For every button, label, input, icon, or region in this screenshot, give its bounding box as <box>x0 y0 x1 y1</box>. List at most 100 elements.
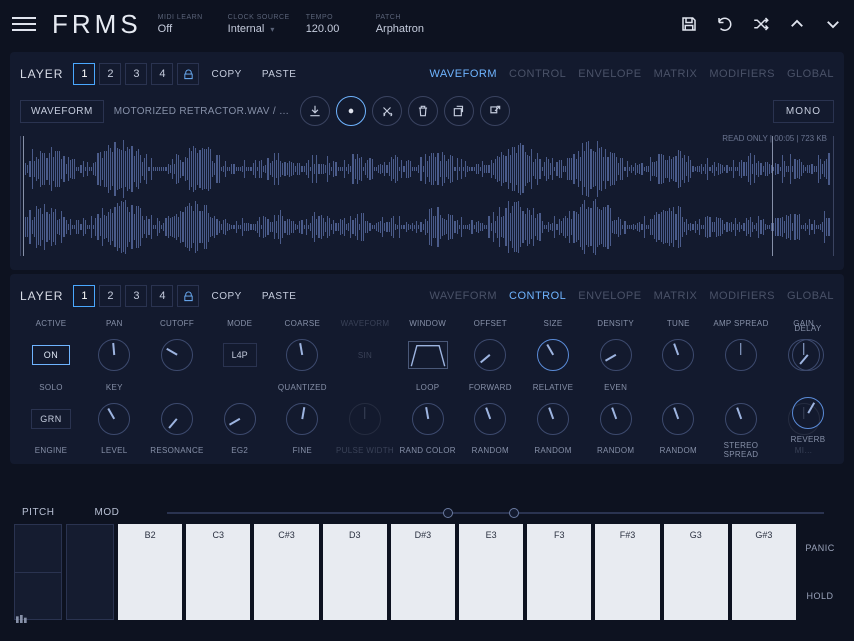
grn-button[interactable]: GRN <box>31 409 71 429</box>
randcolor-knob[interactable] <box>412 403 444 435</box>
patch-field[interactable]: PATCH Arphatron <box>376 14 496 35</box>
delete-button[interactable] <box>408 96 438 126</box>
layer-4-button[interactable]: 4 <box>151 63 173 85</box>
stereospread-knob[interactable] <box>725 403 757 435</box>
layer-3-button[interactable]: 3 <box>125 63 147 85</box>
layer-1-button[interactable]: 1 <box>73 63 95 85</box>
start-marker[interactable] <box>23 136 24 256</box>
pulsewidth-knob[interactable] <box>349 403 381 435</box>
tune-knob[interactable] <box>662 339 694 371</box>
coarse-knob[interactable] <box>286 339 318 371</box>
ctrl-copy-button[interactable]: COPY <box>203 287 249 306</box>
paste-button[interactable]: PASTE <box>254 65 305 84</box>
sample-file-label[interactable]: MOTORIZED RETRACTOR.WAV / 44100 / … <box>114 106 294 117</box>
mode-select[interactable]: L4P <box>223 343 257 367</box>
random4-knob[interactable] <box>662 403 694 435</box>
level-label: LEVEL <box>101 446 127 455</box>
tab-envelope[interactable]: ENVELOPE <box>578 68 641 80</box>
ampspread-knob[interactable] <box>725 339 757 371</box>
copy-button[interactable]: COPY <box>203 65 249 84</box>
mode-label: MODE <box>227 319 252 328</box>
random3-knob[interactable] <box>600 403 632 435</box>
size-label: SIZE <box>544 319 563 328</box>
key-b2[interactable]: B2 <box>118 524 182 620</box>
mono-button[interactable]: MONO <box>773 100 834 123</box>
density-knob[interactable] <box>600 339 632 371</box>
eg2-knob[interactable] <box>224 403 256 435</box>
duplicate-button[interactable] <box>444 96 474 126</box>
midi-learn-field[interactable]: MIDI LEARN Off <box>158 14 212 35</box>
ctrl-layer-3-button[interactable]: 3 <box>125 285 147 307</box>
download-button[interactable] <box>300 96 330 126</box>
random1-knob[interactable] <box>474 403 506 435</box>
ctrl-tab-control[interactable]: CONTROL <box>509 290 566 302</box>
slider-thumb-2[interactable] <box>509 508 519 518</box>
cut-button[interactable] <box>372 96 402 126</box>
key-d3[interactable]: D3 <box>323 524 387 620</box>
key-cs3[interactable]: C#3 <box>254 524 318 620</box>
fine-knob[interactable] <box>286 403 318 435</box>
lock-icon[interactable] <box>177 63 199 85</box>
key-e3[interactable]: E3 <box>459 524 523 620</box>
ctrl-lock-icon[interactable] <box>177 285 199 307</box>
prev-patch-icon[interactable] <box>788 15 806 33</box>
window-shape[interactable] <box>408 341 448 369</box>
key-ds3[interactable]: D#3 <box>391 524 455 620</box>
hold-button[interactable]: HOLD <box>807 591 834 601</box>
end-marker[interactable] <box>772 136 773 256</box>
patch-label: PATCH <box>376 14 496 21</box>
key-c3[interactable]: C3 <box>186 524 250 620</box>
ctrl-tab-global[interactable]: GLOBAL <box>787 290 834 302</box>
pitch-label: PITCH <box>22 507 55 518</box>
ctrl-tab-matrix[interactable]: MATRIX <box>654 290 698 302</box>
shuffle-icon[interactable] <box>752 15 770 33</box>
control-panel: LAYER 1 2 3 4 COPY PASTE WAVEFORM CONTRO… <box>10 274 844 464</box>
key-fs3[interactable]: F#3 <box>595 524 659 620</box>
reverb-label: REVERB <box>784 435 832 444</box>
pitch-pad[interactable] <box>14 524 62 620</box>
key-g3[interactable]: G3 <box>664 524 728 620</box>
ctrl-layer-1-button[interactable]: 1 <box>73 285 95 307</box>
tempo-field[interactable]: TEMPO 120.00 <box>306 14 360 35</box>
size-knob[interactable] <box>537 339 569 371</box>
key-gs3[interactable]: G#3 <box>732 524 796 620</box>
mod-pad[interactable] <box>66 524 114 620</box>
delay-knob[interactable] <box>792 339 824 371</box>
tab-control[interactable]: CONTROL <box>509 68 566 80</box>
cutoff-knob[interactable] <box>161 339 193 371</box>
ctrl-tab-waveform[interactable]: WAVEFORM <box>429 290 497 302</box>
reverb-knob[interactable] <box>792 397 824 429</box>
key-f3[interactable]: F3 <box>527 524 591 620</box>
offset-knob[interactable] <box>474 339 506 371</box>
ctrl-paste-button[interactable]: PASTE <box>254 287 305 306</box>
tab-modifiers[interactable]: MODIFIERS <box>709 68 775 80</box>
mod-pitch-slider[interactable] <box>167 512 824 514</box>
ctrl-tab-envelope[interactable]: ENVELOPE <box>578 290 641 302</box>
undo-icon[interactable] <box>716 15 734 33</box>
level-knob[interactable] <box>98 403 130 435</box>
record-button[interactable] <box>336 96 366 126</box>
keyboard-icon[interactable] <box>14 611 30 627</box>
menu-button[interactable] <box>12 12 36 36</box>
export-button[interactable] <box>480 96 510 126</box>
waveform-display[interactable]: READ ONLY | 00:05 | 723 KB <box>20 136 834 256</box>
layer-label-2: LAYER <box>20 289 63 303</box>
ctrl-layer-2-button[interactable]: 2 <box>99 285 121 307</box>
on-button[interactable]: ON <box>32 345 70 365</box>
resonance-knob[interactable] <box>161 403 193 435</box>
random2-knob[interactable] <box>537 403 569 435</box>
tab-waveform[interactable]: WAVEFORM <box>429 68 497 80</box>
ctrl-layer-4-button[interactable]: 4 <box>151 285 173 307</box>
tab-matrix[interactable]: MATRIX <box>654 68 698 80</box>
clock-source-field[interactable]: CLOCK SOURCE Internal <box>228 14 290 35</box>
keyboard-section: PITCH MOD B2 C3 C#3 D3 D#3 E3 F3 F#3 G3 … <box>10 505 844 635</box>
pan-knob[interactable] <box>98 339 130 371</box>
ctrl-tab-modifiers[interactable]: MODIFIERS <box>709 290 775 302</box>
layer-2-button[interactable]: 2 <box>99 63 121 85</box>
panic-button[interactable]: PANIC <box>805 543 834 553</box>
slider-thumb-1[interactable] <box>443 508 453 518</box>
save-icon[interactable] <box>680 15 698 33</box>
tab-global[interactable]: GLOBAL <box>787 68 834 80</box>
next-patch-icon[interactable] <box>824 15 842 33</box>
waveform-select[interactable]: WAVEFORM <box>20 100 104 123</box>
